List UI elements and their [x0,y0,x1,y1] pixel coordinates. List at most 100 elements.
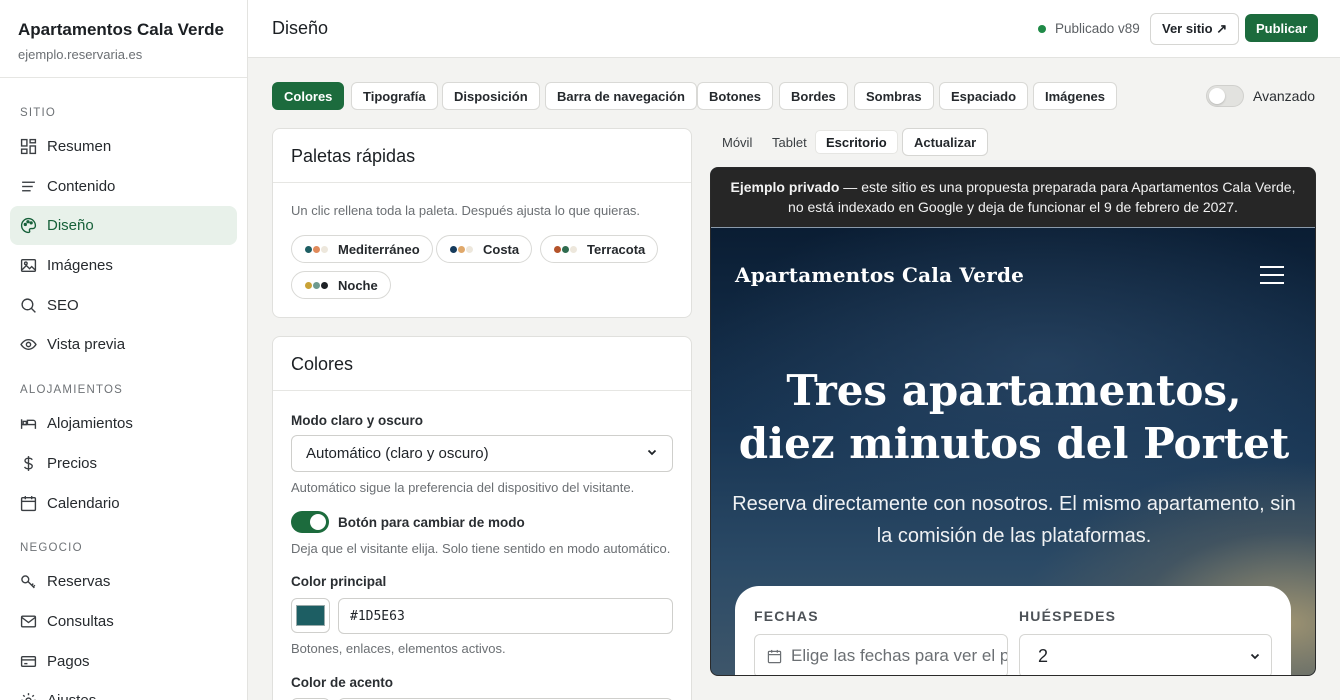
dates-placeholder: Elige las fechas para ver el p... [791,646,1007,665]
publish-status: Publicado v89 [1038,21,1140,36]
sidebar-item-contenido[interactable]: Contenido [10,167,237,206]
mode-switch-toggle[interactable] [291,511,329,533]
device-tab-escritorio[interactable]: Escritorio [815,130,898,154]
guests-label: HUÉSPEDES [1019,608,1117,624]
dates-field[interactable]: Elige las fechas para ver el p... [754,634,1008,675]
topbar: Diseño Publicado v89 Ver sitio ↗ Publica… [248,0,1340,58]
palette-label: Terracota [587,241,646,257]
palette-swatches [304,244,329,254]
bed-icon [20,415,37,432]
mode-switch-label: Botón para cambiar de modo [338,515,525,530]
primary-color-label: Color principal [291,574,387,589]
status-dot [1038,24,1046,33]
sidebar-item-consultas[interactable]: Consultas [10,602,237,641]
primary-color-picker[interactable] [291,598,330,633]
hero: Apartamentos Cala Verde Tres apartamento… [711,227,1315,675]
sidebar-item-label: Calendario [47,495,120,512]
mode-switch-hint: Deja que el visitante elija. Solo tiene … [291,541,671,556]
private-banner: Ejemplo privado — este sitio es una prop… [711,168,1315,227]
hero-subtitle: Reserva directamente con nosotros. El mi… [732,493,1296,547]
tab-tipografia[interactable]: Tipografía [351,82,438,110]
lines-icon [20,178,37,195]
booking-widget: FECHAS Elige las fechas para ver el p...… [735,586,1291,675]
hamburger-menu-icon[interactable] [1260,266,1284,284]
brand-domain: ejemplo.reservaria.es [18,47,143,62]
guests-value: 2 [1038,645,1049,666]
tab-colores[interactable]: Colores [272,82,345,110]
hero-title-line-1: Tres apartamentos, [786,366,1242,415]
primary-color-hint: Botones, enlaces, elementos activos. [291,641,506,656]
primary-color-swatch [296,605,325,626]
sidebar-item-label: Pagos [47,653,90,670]
eye-icon [20,336,37,353]
search-icon [20,297,37,314]
site-preview: Ejemplo privado — este sitio es una prop… [710,167,1316,676]
dollar-icon [20,455,37,472]
dates-label: FECHAS [754,608,819,624]
colors-card: Colores Modo claro y oscuro Automático (… [272,336,692,700]
mode-select-value: Automático (claro y oscuro) [306,445,489,462]
accent-color-label: Color de acento [291,675,394,690]
sidebar-item-imagenes[interactable]: Imágenes [10,246,237,285]
sidebar-item-precios[interactable]: Precios [10,444,237,483]
hero-title-line-2: diez minutos del Portet [738,419,1290,468]
primary-color-input[interactable]: #1D5E63 [338,598,673,634]
view-site-button[interactable]: Ver sitio ↗ [1150,13,1240,45]
publish-button[interactable]: Publicar [1245,14,1319,42]
guests-select[interactable]: 2 [1019,634,1272,675]
palette-chip-terracota[interactable]: Terracota [540,235,659,263]
sidebar-item-pagos[interactable]: Pagos [10,642,237,681]
sidebar-item-label: Ajustes [47,692,96,700]
sidebar-item-label: Contenido [47,178,116,195]
sidebar-item-vista-previa[interactable]: Vista previa [10,325,237,364]
sidebar-item-label: Alojamientos [47,415,133,432]
grid-icon [20,138,37,155]
preview-site-name[interactable]: Apartamentos Cala Verde [735,263,1024,287]
tab-disposicion[interactable]: Disposición [442,82,540,110]
device-tab-tablet[interactable]: Tablet [762,130,817,154]
sidebar: Apartamentos Cala Verde ejemplo.reservar… [0,0,248,700]
sidebar-item-reservas[interactable]: Reservas [10,562,237,601]
sidebar-item-label: Imágenes [47,257,113,274]
sidebar-item-label: Resumen [47,138,112,155]
sidebar-item-label: Consultas [47,613,114,630]
palette-swatches [449,244,474,254]
key-icon [20,573,37,590]
mode-select[interactable]: Automático (claro y oscuro) [291,435,673,472]
tab-imagenes[interactable]: Imágenes [1033,82,1117,110]
palette-chip-mediterraneo[interactable]: Mediterráneo [291,235,433,263]
nav-section-alojamientos: ALOJAMIENTOS [20,384,124,396]
brand: Apartamentos Cala Verde ejemplo.reservar… [0,0,247,78]
sidebar-item-ajustes[interactable]: Ajustes [10,681,237,700]
palette-swatches [553,244,578,254]
tab-sombras[interactable]: Sombras [854,82,934,110]
status-text: Publicado v89 [1055,21,1140,36]
sidebar-item-alojamientos[interactable]: Alojamientos [10,404,237,443]
palette-chip-costa[interactable]: Costa [436,235,533,263]
tab-espaciado[interactable]: Espaciado [939,82,1029,110]
chevron-down-icon [646,445,658,462]
sidebar-item-diseno[interactable]: Diseño [10,206,237,245]
tab-barra-navegacion[interactable]: Barra de navegación [545,82,697,110]
banner-bold: Ejemplo privado [730,179,840,195]
tab-bordes[interactable]: Bordes [779,82,848,110]
sidebar-item-seo[interactable]: SEO [10,286,237,325]
chevron-down-icon [1249,646,1261,667]
palette-label: Noche [338,277,378,293]
card-icon [20,653,37,670]
nav-section-sitio: SITIO [20,107,57,119]
sidebar-item-calendario[interactable]: Calendario [10,484,237,523]
mode-hint: Automático sigue la preferencia del disp… [291,480,635,495]
calendar-icon [20,495,37,512]
sidebar-item-resumen[interactable]: Resumen [10,127,237,166]
sidebar-item-label: SEO [47,297,79,314]
sidebar-item-label: Precios [47,455,98,472]
device-tab-movil[interactable]: Móvil [712,130,762,154]
refresh-button[interactable]: Actualizar [902,128,989,156]
quick-palettes-title: Paletas rápidas [273,129,691,183]
tab-botones[interactable]: Botones [697,82,773,110]
advanced-toggle[interactable] [1206,85,1244,107]
nav-section-negocio: NEGOCIO [20,542,83,554]
palette-label: Costa [483,241,520,257]
palette-chip-noche[interactable]: Noche [291,271,391,299]
